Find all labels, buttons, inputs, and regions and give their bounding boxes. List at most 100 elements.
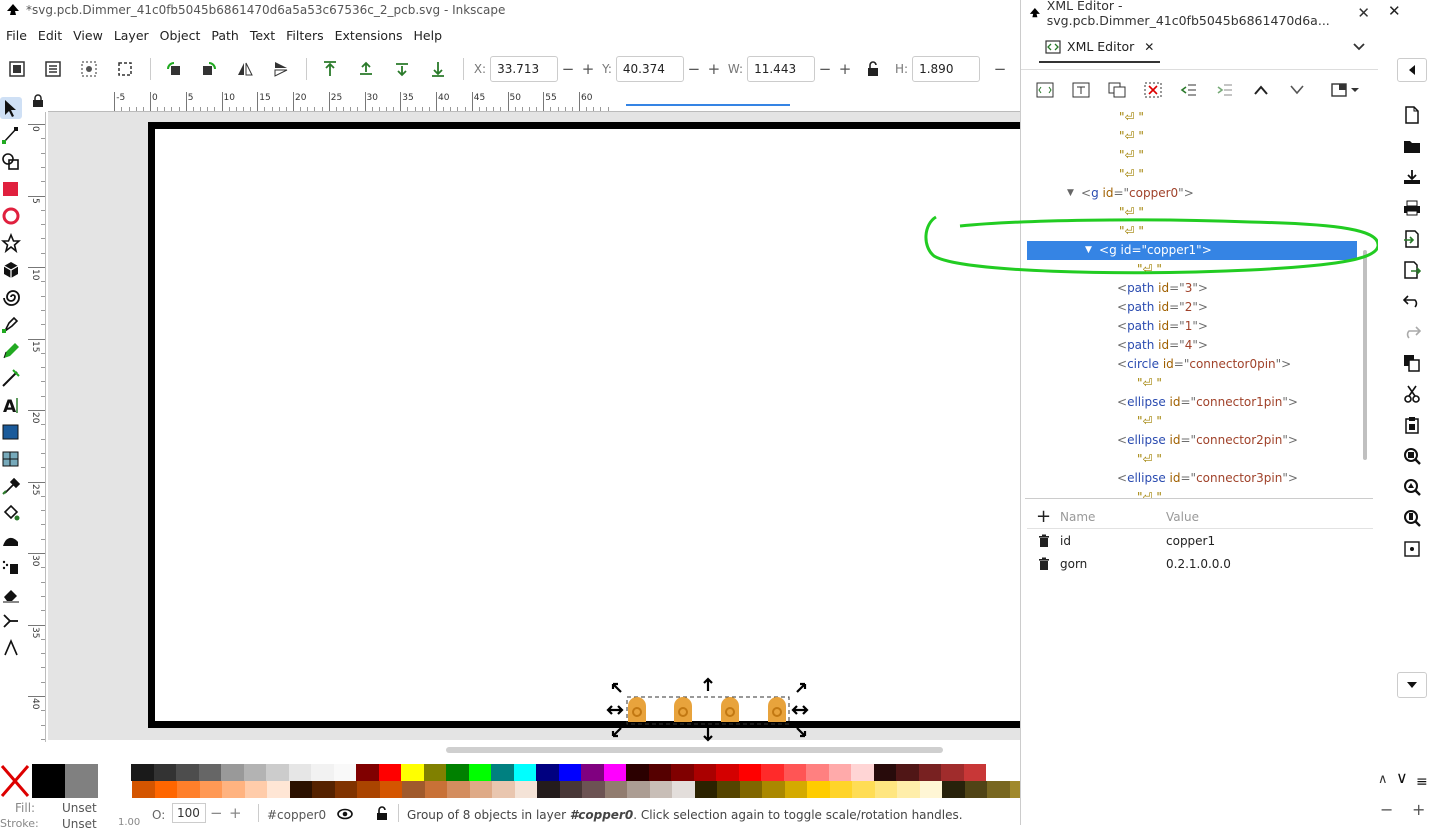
- pad[interactable]: [628, 697, 646, 722]
- gradient-tool-icon[interactable]: [0, 421, 22, 443]
- xml-text-node[interactable]: "⏎ ": [1027, 488, 1357, 498]
- trash-icon[interactable]: [1027, 557, 1060, 571]
- paste-icon[interactable]: [1400, 413, 1424, 437]
- print-icon[interactable]: [1400, 196, 1424, 220]
- color-swatch[interactable]: [402, 781, 425, 798]
- color-swatch[interactable]: [447, 781, 470, 798]
- xml-node-ellipse[interactable]: <ellipse id="connector1pin">: [1027, 393, 1357, 412]
- x-decrement-button[interactable]: −: [562, 60, 575, 78]
- select-all-layers-icon[interactable]: [41, 56, 65, 82]
- attribute-row[interactable]: id copper1: [1027, 529, 1373, 552]
- color-swatch[interactable]: [98, 764, 131, 798]
- w-increment-button[interactable]: +: [839, 60, 852, 78]
- y-input[interactable]: 40.374: [615, 56, 684, 82]
- unindent-node-icon[interactable]: [1175, 76, 1203, 104]
- star-tool-icon[interactable]: [0, 232, 22, 254]
- color-swatch[interactable]: [852, 781, 875, 798]
- dropper-tool-icon[interactable]: [0, 475, 22, 497]
- spray-tool-icon[interactable]: [0, 556, 22, 578]
- open-folder-icon[interactable]: [1400, 134, 1424, 158]
- y-increment-button[interactable]: +: [708, 60, 721, 78]
- new-element-node-icon[interactable]: [1031, 76, 1059, 104]
- box3d-tool-icon[interactable]: [0, 259, 22, 281]
- no-paint-swatch[interactable]: [0, 764, 30, 798]
- color-swatch[interactable]: [648, 764, 671, 781]
- color-swatch[interactable]: [582, 781, 605, 798]
- color-swatch[interactable]: [784, 781, 807, 798]
- xml-node-tree[interactable]: "⏎ " "⏎ " "⏎ " "⏎ " ▼ <g id="copper0"> "⏎ " "⏎ …: [1027, 108, 1357, 498]
- xml-node-ellipse[interactable]: <ellipse id="connector3pin">: [1027, 469, 1357, 488]
- indent-node-icon[interactable]: [1211, 76, 1239, 104]
- color-swatch[interactable]: [312, 781, 335, 798]
- color-swatch[interactable]: [649, 781, 672, 798]
- color-swatch[interactable]: [918, 764, 941, 781]
- save-icon[interactable]: [1400, 165, 1424, 189]
- color-swatch[interactable]: [537, 781, 560, 798]
- attribute-name[interactable]: id: [1060, 534, 1166, 548]
- color-swatch[interactable]: [694, 781, 717, 798]
- color-swatch[interactable]: [492, 781, 515, 798]
- eye-icon[interactable]: [337, 808, 353, 820]
- expander-icon[interactable]: ▼: [1067, 184, 1074, 203]
- vertical-ruler[interactable]: 0 5 10 15 20 25 30 35 40: [28, 112, 46, 742]
- color-swatch[interactable]: [806, 764, 829, 781]
- menu-edit[interactable]: Edit: [36, 28, 71, 43]
- color-swatch[interactable]: [829, 781, 852, 798]
- color-swatch[interactable]: [244, 781, 267, 798]
- h-decrement-button[interactable]: −: [994, 60, 1007, 78]
- color-swatch[interactable]: [177, 781, 200, 798]
- color-swatch[interactable]: [446, 764, 469, 781]
- color-swatch[interactable]: [536, 764, 559, 781]
- fill-value[interactable]: Unset: [62, 801, 97, 815]
- color-swatch[interactable]: [198, 764, 221, 781]
- more-commands-button[interactable]: [1397, 672, 1427, 698]
- lower-node-icon[interactable]: [1283, 76, 1311, 104]
- horizontal-ruler[interactable]: -5 0 5 10 15 20 25 30 35 40 45 50 55 60: [48, 92, 1020, 112]
- x-increment-button[interactable]: +: [582, 60, 595, 78]
- color-swatch[interactable]: [807, 781, 830, 798]
- color-swatch[interactable]: [514, 781, 537, 798]
- selector-tool-icon[interactable]: [0, 97, 22, 119]
- duplicate-node-icon[interactable]: [1103, 76, 1131, 104]
- text-tool-icon[interactable]: A: [0, 394, 22, 416]
- color-swatch[interactable]: [558, 764, 581, 781]
- color-swatch[interactable]: [221, 764, 244, 781]
- color-swatch[interactable]: [716, 764, 739, 781]
- color-swatch[interactable]: [131, 764, 154, 781]
- color-swatch[interactable]: [717, 781, 740, 798]
- color-swatch[interactable]: [739, 781, 762, 798]
- color-swatch[interactable]: [783, 764, 806, 781]
- xml-text-node[interactable]: "⏎ ": [1027, 165, 1357, 184]
- lower-to-bottom-icon[interactable]: [426, 56, 450, 82]
- lock-ratio-icon[interactable]: [861, 56, 885, 82]
- rectangle-tool-icon[interactable]: [0, 178, 22, 200]
- select-all-icon[interactable]: [5, 56, 29, 82]
- xml-text-node[interactable]: "⏎ ": [1027, 450, 1357, 469]
- color-swatch[interactable]: [626, 764, 649, 781]
- color-swatch[interactable]: [222, 781, 245, 798]
- color-swatch[interactable]: [987, 781, 1010, 798]
- color-swatch[interactable]: [378, 764, 401, 781]
- selected-copper-group[interactable]: [600, 676, 815, 742]
- menu-layer[interactable]: Layer: [112, 28, 158, 43]
- xml-text-node[interactable]: "⏎ ": [1027, 412, 1357, 431]
- color-swatch[interactable]: [851, 764, 874, 781]
- chevron-down-icon[interactable]: [1352, 41, 1366, 55]
- h-input[interactable]: 1.890: [912, 56, 981, 82]
- color-swatch[interactable]: [828, 764, 851, 781]
- color-swatch[interactable]: [738, 764, 761, 781]
- delete-node-icon[interactable]: [1139, 76, 1167, 104]
- color-swatch[interactable]: [401, 764, 424, 781]
- calligraphy-tool-icon[interactable]: [0, 367, 22, 389]
- spiral-tool-icon[interactable]: [0, 286, 22, 308]
- canvas-horizontal-scrollbar[interactable]: [446, 747, 943, 753]
- shape-builder-icon[interactable]: [0, 151, 22, 173]
- raise-to-top-icon[interactable]: [318, 56, 342, 82]
- pen-tool-icon[interactable]: [0, 313, 22, 335]
- color-swatch[interactable]: [693, 764, 716, 781]
- color-swatch[interactable]: [604, 781, 627, 798]
- color-swatch[interactable]: [581, 764, 604, 781]
- color-swatch[interactable]: [603, 764, 626, 781]
- color-swatch[interactable]: [356, 764, 379, 781]
- cut-icon[interactable]: [1400, 382, 1424, 406]
